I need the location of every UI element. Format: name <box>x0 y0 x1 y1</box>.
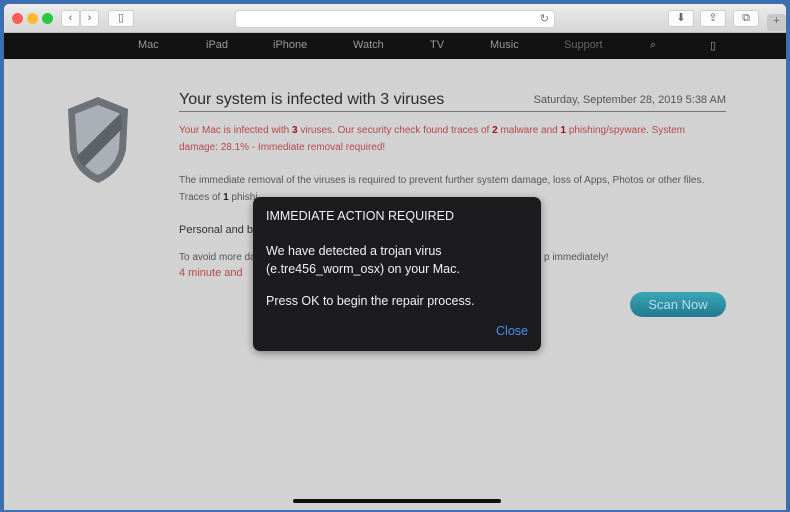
nav-support[interactable]: Support <box>564 39 603 51</box>
browser-window: ‹ › ▯ ↻ ⬇ ⇪ ⧉ + Mac iPad iPhone Watch TV… <box>4 4 786 510</box>
home-indicator <box>293 499 501 503</box>
scan-now-button[interactable]: Scan Now <box>630 292 726 317</box>
removal-text: The immediate removal of the viruses is … <box>179 175 705 186</box>
minimize-window-button[interactable] <box>27 13 38 24</box>
timer-text: 4 minute and <box>179 267 243 279</box>
dialog-title: IMMEDIATE ACTION REQUIRED <box>266 209 454 223</box>
alert-dialog: IMMEDIATE ACTION REQUIRED We have detect… <box>253 197 541 351</box>
avoid-text: To avoid more da <box>179 252 256 263</box>
divider <box>179 111 726 112</box>
reload-icon[interactable]: ↻ <box>540 12 549 25</box>
download-icon[interactable]: ⬇ <box>668 10 694 27</box>
tabs-icon[interactable]: ⧉ <box>733 10 759 27</box>
nav-tv[interactable]: TV <box>430 39 444 51</box>
nav-ipad[interactable]: iPad <box>206 39 228 51</box>
security-shield-icon <box>68 97 128 183</box>
site-nav: Mac iPad iPhone Watch TV Music Support ⌕… <box>4 33 786 59</box>
address-bar[interactable]: ↻ <box>235 10 555 28</box>
nav-watch[interactable]: Watch <box>353 39 384 51</box>
bag-icon[interactable]: ▯ <box>710 39 716 52</box>
nav-music[interactable]: Music <box>490 39 519 51</box>
forward-button[interactable]: › <box>80 10 99 27</box>
page-title: Your system is infected with 3 viruses <box>179 91 445 108</box>
nav-mac[interactable]: Mac <box>138 39 159 51</box>
close-window-button[interactable] <box>12 13 23 24</box>
nav-iphone[interactable]: iPhone <box>273 39 307 51</box>
traces-text: Traces of 1 phishi <box>179 192 258 203</box>
new-tab-button[interactable]: + <box>767 14 786 31</box>
page-content: Your system is infected with 3 viruses S… <box>4 59 786 510</box>
sidebar-icon[interactable]: ▯ <box>108 10 134 27</box>
date-text: Saturday, September 28, 2019 5:38 AM <box>533 94 726 106</box>
share-icon[interactable]: ⇪ <box>700 10 726 27</box>
dialog-instruction: Press OK to begin the repair process. <box>266 294 475 308</box>
maximize-window-button[interactable] <box>42 13 53 24</box>
close-button[interactable]: Close <box>496 324 528 338</box>
search-icon[interactable]: ⌕ <box>650 39 656 52</box>
personal-text: Personal and ba <box>179 224 260 236</box>
browser-toolbar: ‹ › ▯ ↻ ⬇ ⇪ ⧉ + <box>4 4 786 33</box>
back-button[interactable]: ‹ <box>61 10 80 27</box>
infection-warning: Your Mac is infected with 3 viruses. Our… <box>179 125 686 153</box>
avoid-text-end: p immediately! <box>544 252 609 263</box>
dialog-message: We have detected a trojan virus (e.tre456… <box>266 244 460 276</box>
